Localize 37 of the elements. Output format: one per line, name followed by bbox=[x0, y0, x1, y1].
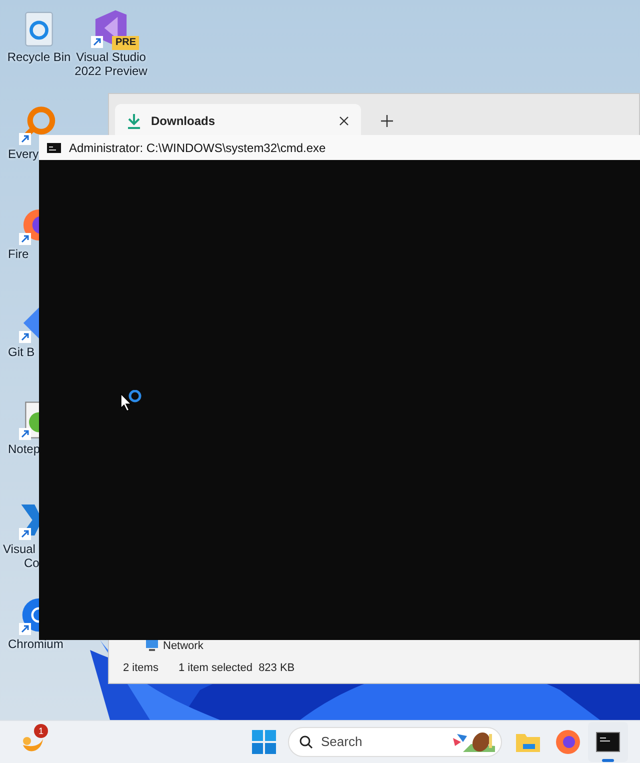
download-icon bbox=[127, 113, 141, 129]
notification-badge: 1 bbox=[34, 724, 48, 738]
taskbar-app-button[interactable] bbox=[588, 722, 628, 762]
desktop-icon-label[interactable]: Every bbox=[8, 147, 39, 161]
window-title: Administrator: C:\WINDOWS\system32\cmd.exe bbox=[69, 140, 326, 156]
folder-icon bbox=[515, 731, 541, 753]
status-text: 1 item selected 823 KB bbox=[178, 660, 295, 676]
shortcut-arrow-icon bbox=[19, 428, 31, 440]
shortcut-arrow-icon bbox=[19, 133, 31, 145]
status-text: 2 items bbox=[123, 660, 158, 676]
active-indicator bbox=[602, 759, 614, 762]
desktop-icon-label[interactable]: Git B bbox=[8, 345, 35, 359]
search-input[interactable]: Search bbox=[321, 732, 443, 752]
preview-badge: PRE bbox=[112, 36, 139, 50]
desktop-icon-label[interactable]: Visual Studio 2022 Preview bbox=[74, 50, 148, 78]
shortcut-arrow-icon bbox=[19, 233, 31, 245]
browser-tab[interactable]: Downloads bbox=[115, 104, 361, 138]
desktop-icon-label[interactable]: Notep bbox=[8, 442, 40, 456]
shortcut-arrow-icon bbox=[19, 528, 31, 540]
add-tab-icon[interactable] bbox=[381, 115, 393, 127]
desktop-icon-label[interactable]: Fire bbox=[8, 247, 29, 261]
desktop-icon-label[interactable]: Chromium bbox=[8, 637, 64, 651]
shortcut-arrow-icon bbox=[19, 331, 31, 343]
search-field[interactable]: Search bbox=[288, 727, 502, 757]
close-icon[interactable] bbox=[339, 116, 349, 126]
shortcut-arrow-icon bbox=[19, 623, 31, 635]
desktop-icon-label[interactable]: Recycle Bin bbox=[7, 50, 71, 64]
tab-title: Downloads bbox=[151, 113, 216, 130]
search-icon bbox=[299, 735, 313, 749]
desktop-icon-label[interactable]: Visual Co bbox=[3, 542, 40, 570]
windows-logo-icon bbox=[252, 730, 276, 754]
console-icon bbox=[47, 142, 61, 152]
terminal-icon bbox=[596, 732, 620, 752]
network-icon bbox=[145, 640, 159, 652]
football-icon bbox=[451, 730, 497, 754]
shortcut-arrow-icon bbox=[91, 36, 103, 48]
nav-item[interactable]: Network bbox=[163, 640, 204, 652]
